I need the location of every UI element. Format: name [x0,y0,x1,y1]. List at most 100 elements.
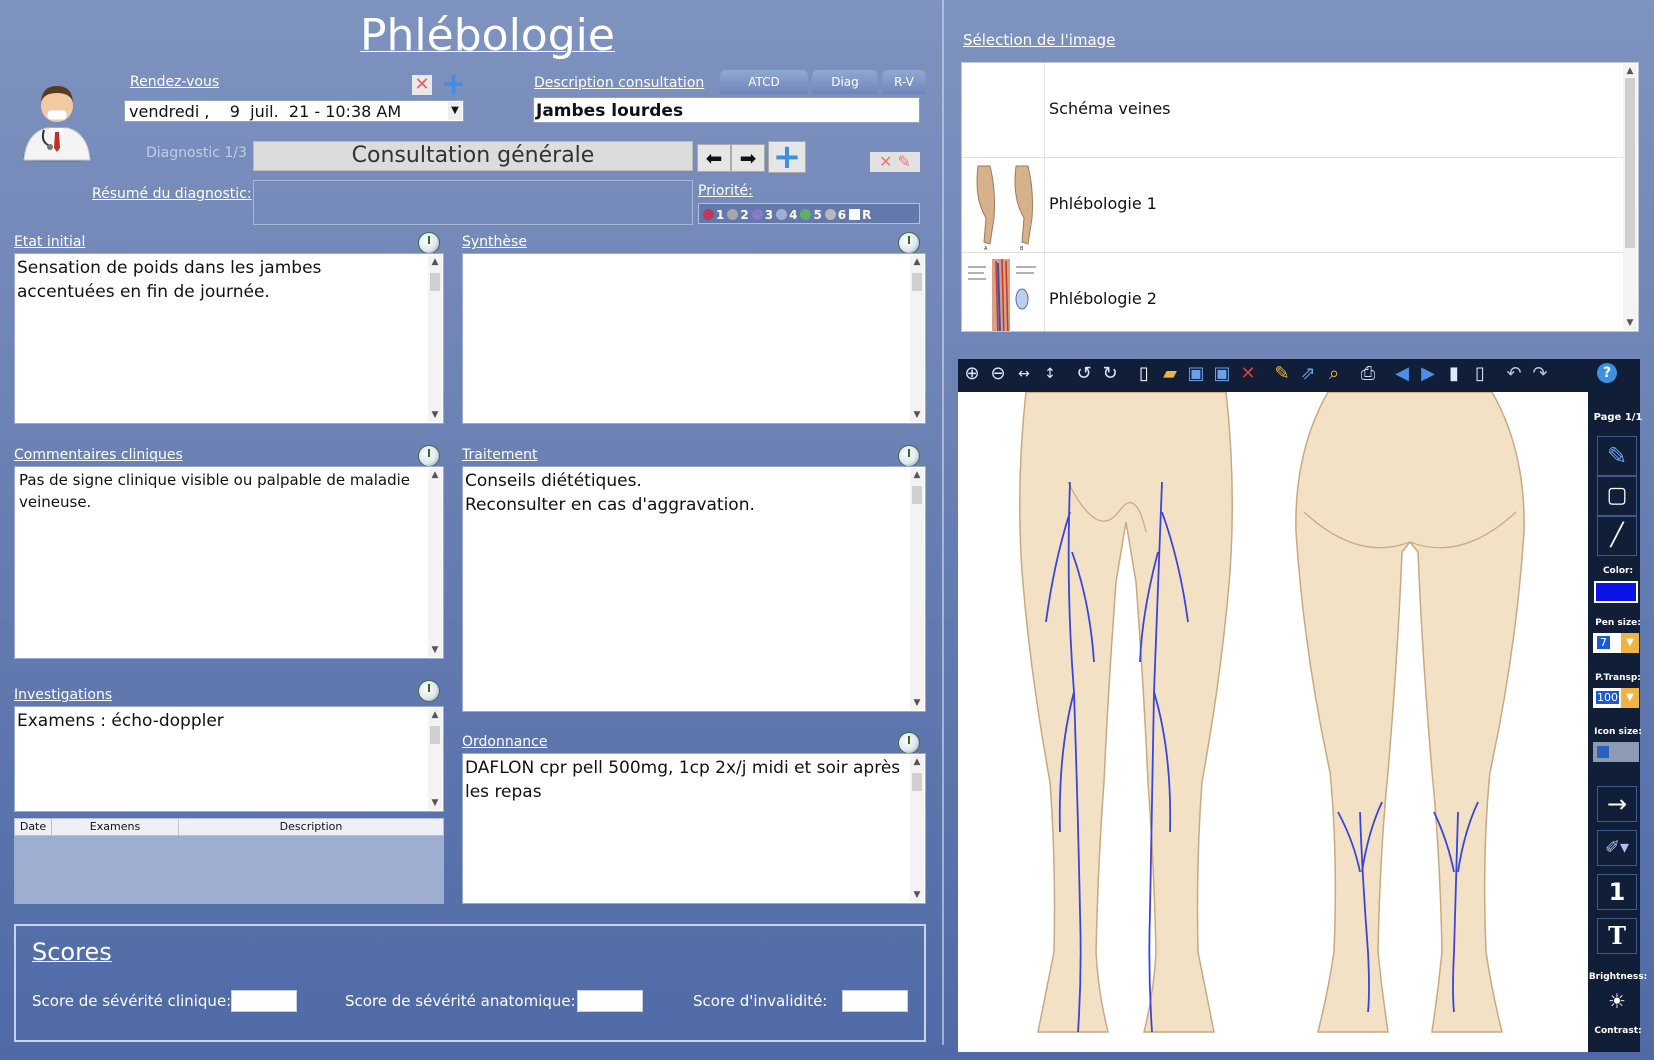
description-input[interactable]: Jambes lourdes [533,97,920,123]
history-clock-icon[interactable] [418,680,440,702]
ordonnance-textarea[interactable]: DAFLON cpr pell 500mg, 1cp 2x/j midi et … [462,753,926,904]
icon-size-select[interactable] [1593,742,1639,762]
tab-atcd[interactable]: ATCD [720,70,808,94]
arrow-tool-button[interactable]: → [1597,786,1637,822]
traitement-label: Traitement [462,447,538,463]
rdv-delete-button[interactable]: ✕ [412,75,432,95]
save-icon[interactable]: ▣ [1185,363,1207,385]
priority-1[interactable]: 1 [703,208,724,222]
leg-diagram-canvas[interactable] [958,392,1588,1052]
scrollbar[interactable]: ▲ ▼ [910,468,924,710]
history-clock-icon[interactable] [898,232,920,254]
fit-height-icon[interactable]: ↕ [1039,363,1061,385]
priority-4[interactable]: 4 [776,208,797,222]
previous-page-icon[interactable]: ◀ [1391,363,1413,385]
save-as-icon[interactable]: ▣ [1211,363,1233,385]
scrollbar[interactable]: ▲ ▼ [428,708,442,810]
doctor-avatar [20,76,94,164]
icon-size-label: Icon size: [1594,727,1642,737]
tab-diag[interactable]: Diag [812,70,878,94]
rotate-right-icon[interactable]: ↻ [1099,363,1121,385]
single-page-icon[interactable]: ▮ [1443,363,1465,385]
new-file-icon[interactable]: ▯ [1133,363,1155,385]
scores-title: Scores [32,938,112,966]
commentaires-textarea[interactable]: Pas de signe clinique visible ou palpabl… [14,466,444,659]
fit-width-icon[interactable]: ↔ [1013,363,1035,385]
page-indicator: Page 1/1 [1593,412,1643,423]
svg-text:A: A [984,246,988,252]
zoom-out-icon[interactable]: ⊖ [987,363,1009,385]
score-anatomique-input[interactable] [577,990,643,1012]
column-date[interactable]: Date [15,819,52,835]
double-page-icon[interactable]: ▯ [1469,363,1491,385]
investigations-table: Date Examens Description [14,818,444,904]
list-item[interactable]: Schéma veines [962,63,1624,158]
priority-selector[interactable]: 123456R [698,203,920,224]
priority-5[interactable]: 5 [800,208,822,222]
help-icon[interactable]: ? [1597,363,1617,383]
rdv-date-select[interactable]: vendredi , 9 juil. 21 - 10:38 AM ▼ [124,100,464,122]
score-invalidite-input[interactable] [842,990,908,1012]
next-diagnostic-button[interactable]: ➡ [731,144,765,172]
marker-tool-button[interactable]: ✐▾ [1597,830,1637,866]
summary-input[interactable] [253,180,693,225]
rdv-add-button[interactable]: + [441,70,466,100]
priority-3[interactable]: 3 [751,208,773,222]
history-clock-icon[interactable] [418,445,440,467]
priority-r-checkbox[interactable]: R [849,208,871,222]
text-tool-button[interactable]: T [1597,918,1637,954]
rectangle-tool-button[interactable]: ▢ [1597,476,1637,516]
delete-diagnostic-button[interactable]: ✕ ✎ [870,152,920,172]
chevron-down-icon[interactable]: ▼ [448,102,462,120]
chevron-down-icon[interactable]: ▼ [1621,688,1639,708]
rotate-left-icon[interactable]: ↺ [1073,363,1095,385]
scrollbar[interactable]: ▲ ▼ [910,255,924,422]
rdv-label[interactable]: Rendez-vous [130,74,219,90]
column-description[interactable]: Description [179,819,443,835]
priority-6[interactable]: 6 [824,208,846,222]
brightness-icon[interactable]: ☀ [1604,988,1630,1014]
scrollbar[interactable]: ▲ ▼ [428,255,442,422]
score-clinique-input[interactable] [231,990,297,1012]
image-selection-label: Sélection de l'image [963,31,1116,49]
etat-initial-textarea[interactable]: Sensation de poids dans les jambes accen… [14,253,444,424]
traitement-line-2: Reconsulter en cas d'aggravation. [465,495,755,515]
transparency-select[interactable]: 100 ▼ [1593,688,1639,708]
number-tool-button[interactable]: 1 [1597,874,1637,910]
ordonnance-text: DAFLON cpr pell 500mg, 1cp 2x/j midi et … [465,758,901,802]
pen-size-select[interactable]: 7 ▼ [1593,633,1639,653]
history-clock-icon[interactable] [898,732,920,754]
column-examens[interactable]: Examens [52,819,179,835]
list-item[interactable]: Phlébologie 2 [962,253,1624,331]
search-image-icon[interactable]: ⌕ [1323,363,1345,385]
zoom-in-icon[interactable]: ⊕ [961,363,983,385]
pen-tool-button[interactable]: ✎ [1597,436,1637,476]
previous-diagnostic-button[interactable]: ⬅ [697,144,731,172]
investigations-textarea[interactable]: Examens : écho-doppler ▲ ▼ [14,706,444,812]
export-icon[interactable]: ⇗ [1297,363,1319,385]
synthese-textarea[interactable]: ▲ ▼ [462,253,926,424]
history-clock-icon[interactable] [898,445,920,467]
history-clock-icon[interactable] [418,232,440,254]
line-tool-button[interactable]: ╱ [1597,516,1637,556]
list-item[interactable]: AB Phlébologie 1 [962,158,1624,253]
color-swatch[interactable] [1594,581,1638,603]
chevron-down-icon[interactable]: ▼ [1621,633,1639,653]
next-page-icon[interactable]: ▶ [1417,363,1439,385]
diagnostic-field[interactable]: Consultation générale [253,141,693,171]
front-legs [1019,392,1233,1033]
open-folder-icon[interactable]: ▰ [1159,363,1181,385]
redo-icon[interactable]: ↷ [1529,363,1551,385]
traitement-textarea[interactable]: Conseils diététiques. Reconsulter en cas… [462,466,926,712]
print-icon[interactable]: ⎙ [1357,363,1379,385]
scrollbar[interactable]: ▲ ▼ [428,468,442,657]
scrollbar[interactable]: ▲ ▼ [1623,64,1637,330]
delete-icon[interactable]: ✕ [1237,363,1259,385]
scrollbar[interactable]: ▲ ▼ [910,755,924,902]
tab-rv[interactable]: R-V [882,70,926,94]
pencil-icon[interactable]: ✎ [1271,363,1293,385]
priority-2[interactable]: 2 [727,208,749,222]
add-diagnostic-button[interactable]: + [768,140,806,174]
undo-icon[interactable]: ↶ [1503,363,1525,385]
icon-size-swatch [1597,746,1609,758]
